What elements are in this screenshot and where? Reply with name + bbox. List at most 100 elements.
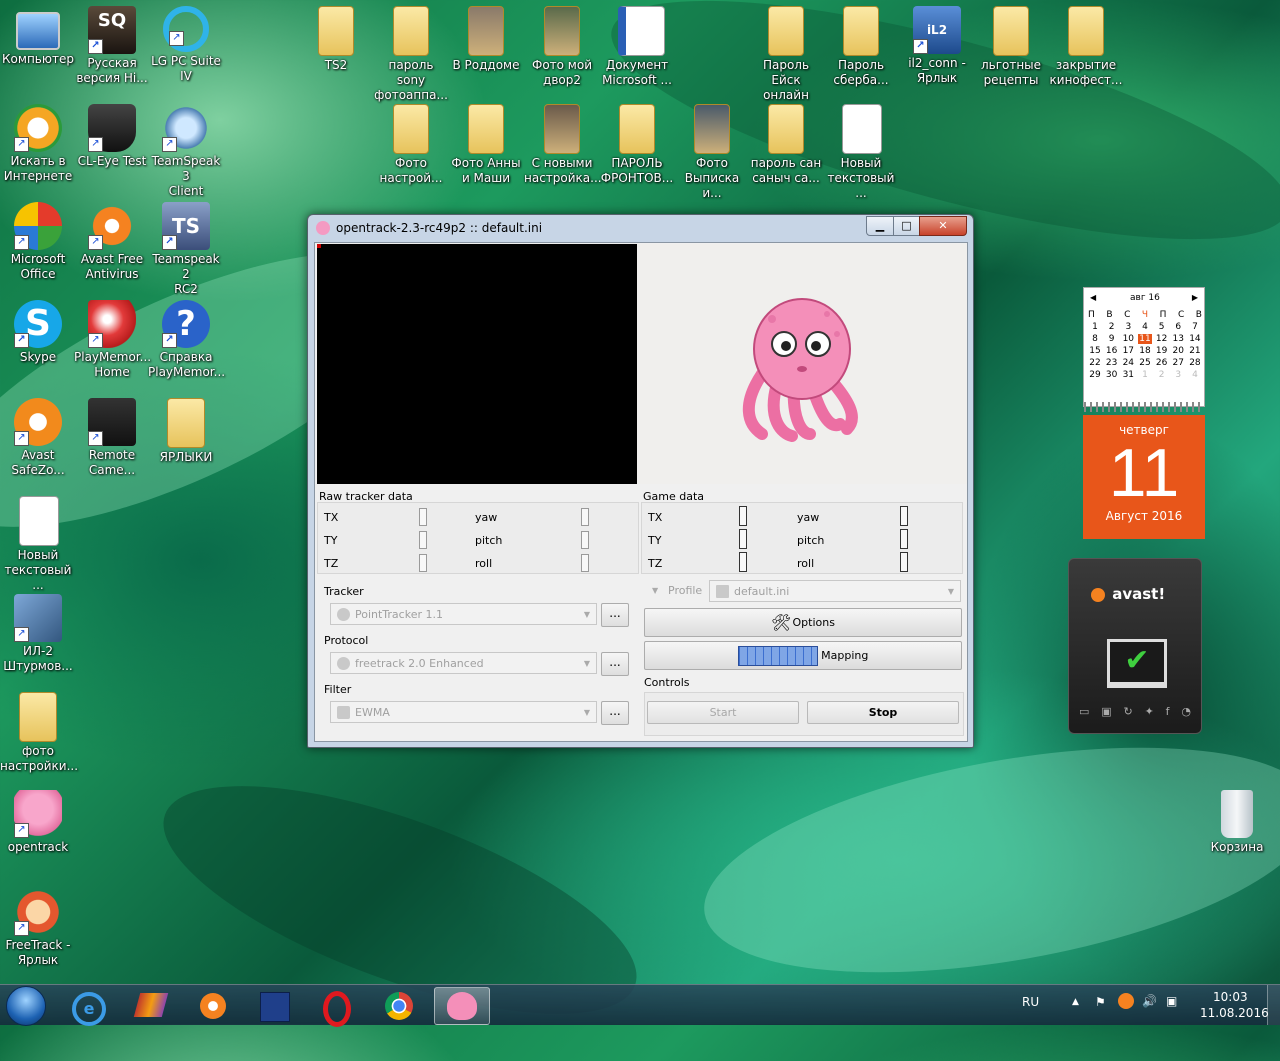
desktop-icon-eisk[interactable]: Пароль Ейск онлайн bbox=[748, 2, 824, 102]
calendar-day-cell[interactable]: 14 bbox=[1188, 334, 1202, 344]
laptop-checkmark-icon[interactable]: ✔ bbox=[1107, 639, 1167, 688]
desktop-icon-shortcuts[interactable]: ЯРЛЫКИ bbox=[148, 394, 224, 488]
window-titlebar[interactable]: opentrack-2.3-rc49p2 :: default.ini ▁ □ … bbox=[308, 215, 973, 241]
stop-button[interactable]: Stop bbox=[807, 701, 959, 724]
desktop-icon-newsettings[interactable]: С новыми настройка... bbox=[524, 100, 602, 194]
desktop-icon-photosetup[interactable]: Фото настрой... bbox=[373, 100, 449, 194]
rss-icon[interactable]: ◔ bbox=[1181, 705, 1191, 718]
filter-settings-button[interactable]: ... bbox=[601, 701, 629, 725]
box-icon[interactable]: ▣ bbox=[1101, 705, 1111, 718]
close-button[interactable]: ✕ bbox=[919, 216, 967, 236]
calendar-day-cell[interactable]: 20 bbox=[1171, 346, 1185, 356]
taskbar-save-icon[interactable] bbox=[248, 987, 302, 1023]
desktop-icon-fronts[interactable]: ПАРОЛЬ ФРОНТОВ... bbox=[599, 100, 675, 194]
start-button[interactable]: Start bbox=[647, 701, 799, 724]
calendar-day-cell[interactable]: 27 bbox=[1171, 358, 1185, 368]
desktop-icon-recipes[interactable]: льготные рецепты bbox=[973, 2, 1049, 96]
calendar-day-cell[interactable]: 31 bbox=[1121, 370, 1135, 380]
calendar-day-cell[interactable]: 4 bbox=[1188, 370, 1202, 380]
desktop-icon-msdoc[interactable]: Документ Microsoft ... bbox=[599, 2, 675, 96]
desktop-icon-kinofest[interactable]: закрытие кинофест... bbox=[1048, 2, 1124, 96]
volume-icon[interactable]: 🔊 bbox=[1142, 994, 1157, 1008]
profile-menu[interactable]: ▼ Profile bbox=[648, 580, 708, 602]
clock-date[interactable]: 11.08.2016 bbox=[1200, 1006, 1269, 1020]
desktop-icon-safezone[interactable]: ↗ Avast SafeZo... bbox=[0, 394, 76, 488]
prev-month-arrow-icon[interactable]: ◀ bbox=[1090, 293, 1096, 302]
desktop-icon-opentrack[interactable]: ↗ opentrack bbox=[0, 786, 76, 880]
twitter-icon[interactable]: ✦ bbox=[1145, 705, 1154, 718]
taskbar-chrome-icon[interactable] bbox=[372, 987, 426, 1023]
desktop-icon-msoffice[interactable]: ↗ Microsoft Office bbox=[0, 198, 76, 292]
desktop-icon-search[interactable]: ↗ Искать в Интернете bbox=[0, 100, 76, 194]
calendar-day-cell[interactable]: 2 bbox=[1105, 322, 1119, 332]
desktop-icon-newtxt1[interactable]: Новый текстовый ... bbox=[0, 492, 76, 592]
calendar-day-cell[interactable]: 18 bbox=[1138, 346, 1152, 356]
desktop-icon-russian[interactable]: SQ ↗ Русская версия Hi... bbox=[74, 2, 150, 96]
desktop-icon-remote[interactable]: ↗ Remote Came... bbox=[74, 394, 150, 488]
desktop-icon-ts3[interactable]: ↗ TeamSpeak 3 Client bbox=[148, 100, 224, 198]
clock-time[interactable]: 10:03 bbox=[1213, 990, 1248, 1004]
start-button-orb[interactable] bbox=[6, 986, 46, 1026]
calendar-day-cell[interactable]: 5 bbox=[1155, 322, 1169, 332]
calendar-day-cell[interactable]: 23 bbox=[1105, 358, 1119, 368]
taskbar-opentrack-icon[interactable] bbox=[434, 987, 490, 1025]
protocol-settings-button[interactable]: ... bbox=[601, 652, 629, 676]
desktop-icon-annamasha[interactable]: Фото Анны и Маши bbox=[448, 100, 524, 194]
calendar-day-cell[interactable]: 22 bbox=[1088, 358, 1102, 368]
desktop-icon-lgpc[interactable]: ↗ LG PC Suite IV bbox=[148, 2, 224, 96]
mapping-button[interactable]: Mapping bbox=[644, 641, 962, 670]
show-hidden-icons-arrow-icon[interactable]: ▲ bbox=[1072, 997, 1079, 1007]
calendar-day-cell[interactable]: 2 bbox=[1155, 370, 1169, 380]
desktop-icon-sonypass[interactable]: пароль sony фотоаппа... bbox=[373, 2, 449, 102]
profile-select[interactable]: default.ini ▼ bbox=[709, 580, 961, 602]
calendar-day-cell[interactable]: 6 bbox=[1171, 322, 1185, 332]
calendar-day-cell[interactable]: 1 bbox=[1138, 370, 1152, 380]
maximize-button[interactable]: □ bbox=[893, 216, 920, 236]
desktop-icon-cleye[interactable]: ↗ CL-Eye Test bbox=[74, 100, 150, 194]
calendar-day-cell[interactable]: 12 bbox=[1155, 334, 1169, 344]
desktop-icon-newtxt2[interactable]: Новый текстовый ... bbox=[823, 100, 899, 200]
calendar-day-cell[interactable]: 24 bbox=[1121, 358, 1135, 368]
desktop-icon-playmem[interactable]: ↗ PlayMemor... Home bbox=[74, 296, 151, 390]
protocol-select[interactable]: freetrack 2.0 Enhanced ▼ bbox=[330, 652, 597, 674]
calendar-day-cell[interactable]: 13 bbox=[1171, 334, 1185, 344]
calendar-day-cell[interactable]: 21 bbox=[1188, 346, 1202, 356]
window-icon[interactable]: ▭ bbox=[1079, 705, 1089, 718]
calendar-day-cell[interactable]: 29 bbox=[1088, 370, 1102, 380]
calendar-day-cell[interactable]: 30 bbox=[1105, 370, 1119, 380]
calendar-day-cell[interactable]: 7 bbox=[1188, 322, 1202, 332]
minimize-button[interactable]: ▁ bbox=[866, 216, 894, 236]
avast-tray-icon[interactable] bbox=[1118, 993, 1134, 1009]
desktop-icon-ts2-folder[interactable]: TS2 bbox=[298, 2, 374, 96]
next-month-arrow-icon[interactable]: ▶ bbox=[1192, 293, 1198, 302]
desktop-icon-vypiska[interactable]: Фото Выписка и... bbox=[674, 100, 750, 200]
action-center-flag-icon[interactable]: ⚑ bbox=[1095, 995, 1106, 1009]
refresh-icon[interactable]: ↻ bbox=[1124, 705, 1133, 718]
calendar-day-cell[interactable]: 15 bbox=[1088, 346, 1102, 356]
tracker-settings-button[interactable]: ... bbox=[601, 603, 629, 627]
facebook-icon[interactable]: f bbox=[1166, 705, 1170, 718]
calendar-day-cell[interactable]: 28 bbox=[1188, 358, 1202, 368]
calendar-day-cell[interactable]: 1 bbox=[1088, 322, 1102, 332]
desktop-icon-ts2[interactable]: TS ↗ Teamspeak 2 RC2 bbox=[148, 198, 224, 296]
calendar-day-cell[interactable]: 9 bbox=[1105, 334, 1119, 344]
tracker-select[interactable]: PointTracker 1.1 ▼ bbox=[330, 603, 597, 625]
calendar-day-cell[interactable]: 4 bbox=[1138, 322, 1152, 332]
desktop-icon-roddom[interactable]: В Роддоме bbox=[448, 2, 524, 96]
taskbar-opera-icon[interactable] bbox=[310, 987, 364, 1027]
desktop-icon-freetrack[interactable]: ↗ FreeTrack - Ярлык bbox=[0, 884, 76, 978]
calendar-day-cell[interactable]: 16 bbox=[1105, 346, 1119, 356]
calendar-day-cell[interactable]: 10 bbox=[1121, 334, 1135, 344]
calendar-day-cell[interactable]: 3 bbox=[1171, 370, 1185, 380]
taskbar-winrar-icon[interactable] bbox=[124, 987, 178, 1023]
language-indicator[interactable]: RU bbox=[1022, 995, 1039, 1009]
taskbar-avast-icon[interactable] bbox=[186, 987, 240, 1023]
calendar-day-cell[interactable]: 17 bbox=[1121, 346, 1135, 356]
network-icon[interactable]: ▣ bbox=[1166, 994, 1177, 1008]
desktop-icon-avastfree[interactable]: ↗ Avast Free Antivirus bbox=[74, 198, 150, 292]
desktop-icon-computer[interactable]: Компьютер bbox=[0, 2, 76, 96]
calendar-day-cell[interactable]: 11 bbox=[1137, 334, 1152, 344]
filter-select[interactable]: EWMA ▼ bbox=[330, 701, 597, 723]
desktop-icon-il2[interactable]: ↗ ИЛ-2 Штурмов... bbox=[0, 590, 76, 684]
options-button[interactable]: 🛠 Options bbox=[644, 608, 962, 637]
